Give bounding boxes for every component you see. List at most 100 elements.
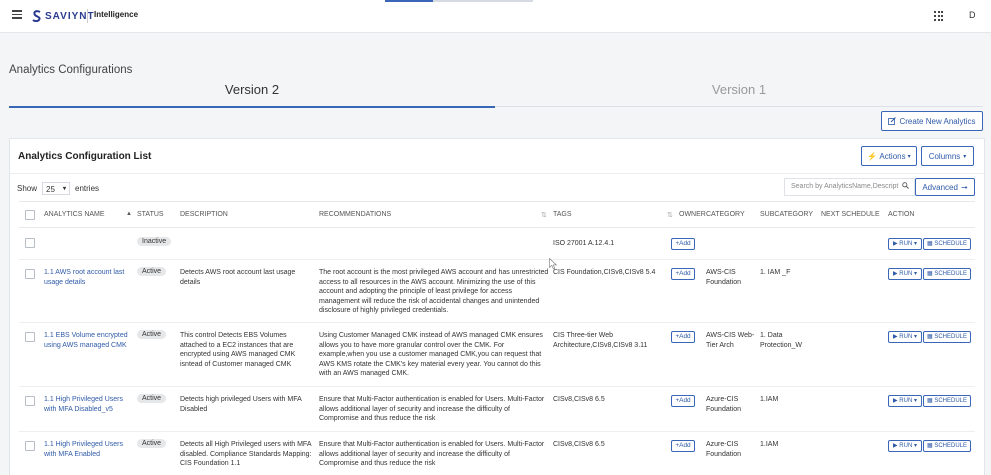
subcategory-cell: 1. Data Protection_W (760, 332, 803, 349)
run-button[interactable]: ▶ RUN ▾ (888, 268, 922, 280)
tags-cell: CIS Foundation,CISv8,CISv8 5.4 (553, 269, 656, 276)
header-recommendations[interactable]: RECOMMENDATIONS (319, 211, 391, 218)
card-divider (10, 173, 984, 174)
table-row: 1.1 AWS root account last usage details … (19, 260, 975, 323)
tags-cell: ISO 27001 A.12.4.1 (553, 240, 615, 247)
header-next-schedule[interactable]: NEXT SCHEDULE (821, 211, 880, 218)
description-cell: Detects all High Privileged users with M… (180, 441, 312, 467)
header-analytics-name[interactable]: ANALYTICS NAME (44, 211, 105, 218)
run-button[interactable]: ▶ RUN ▾ (888, 331, 922, 343)
create-new-analytics-button[interactable]: Create New Analytics (881, 111, 983, 131)
sort-icon[interactable]: ⇅ (667, 211, 673, 219)
chevron-down-icon: ▾ (907, 153, 911, 160)
schedule-button[interactable]: ▦ SCHEDULE (923, 331, 971, 343)
top-bar: SAVIYNT Intelligence D (0, 0, 991, 33)
header-action[interactable]: ACTION (888, 211, 914, 218)
description-cell: This control Detects EBS Volumes attache… (180, 332, 296, 368)
add-owner-button[interactable]: +Add (671, 440, 695, 452)
tab-version-1[interactable]: Version 1 (495, 78, 983, 107)
row-checkbox[interactable] (25, 441, 35, 451)
run-label: RUN (899, 443, 913, 449)
category-cell: Azure-CIS Foundation (706, 396, 742, 413)
table-row: Inactive ISO 27001 A.12.4.1 +Add ▶ RUN ▾… (19, 227, 975, 260)
schedule-label: SCHEDULE (934, 398, 968, 404)
subcategory-cell: 1.IAM (760, 441, 779, 448)
header-description[interactable]: DESCRIPTION (180, 211, 228, 218)
schedule-button[interactable]: ▦ SCHEDULE (923, 440, 971, 452)
run-button[interactable]: ▶ RUN ▾ (888, 238, 922, 250)
mouse-cursor-icon (549, 258, 557, 270)
actions-dropdown-button[interactable]: ⚡ Actions ▾ (861, 146, 917, 166)
page-length-control: Show 25 ▾ entries (17, 182, 99, 195)
version-tabs: Version 2 Version 1 (9, 78, 983, 108)
tab-version-2[interactable]: Version 2 (9, 78, 495, 108)
header-tags[interactable]: TAGS (553, 211, 572, 218)
category-cell: AWS-CIS Foundation (706, 269, 742, 286)
schedule-label: SCHEDULE (934, 271, 968, 277)
tags-cell: CIS Three-tier Web Architecture,CISv8,CI… (553, 332, 648, 349)
schedule-button[interactable]: ▦ SCHEDULE (923, 238, 971, 250)
logo[interactable]: SAVIYNT (32, 9, 95, 23)
category-cell: AWS-CIS Web-Tier Arch (706, 332, 755, 349)
advanced-search-button[interactable]: Advanced ➞ (915, 178, 975, 196)
search-icon[interactable] (902, 182, 909, 189)
edit-icon (888, 117, 897, 125)
table-row: 1.1 EBS Volume encrypted using AWS manag… (19, 323, 975, 387)
search-placeholder: Search by AnalyticsName,Descript (791, 183, 899, 190)
search-input[interactable]: Search by AnalyticsName,Descript (784, 178, 915, 196)
tags-cell: CISv8,CISv8 6.5 (553, 441, 605, 448)
sort-ascending-icon[interactable]: ▲ (126, 211, 132, 217)
schedule-label: SCHEDULE (934, 241, 968, 247)
status-badge: Active (137, 439, 167, 448)
schedule-button[interactable]: ▦ SCHEDULE (923, 395, 971, 407)
analytics-name-link[interactable]: 1.1 High Privileged Users with MFA Enabl… (44, 440, 132, 459)
columns-dropdown-button[interactable]: Columns ▾ (921, 146, 974, 166)
analytics-name-link[interactable]: 1.1 AWS root account last usage details (44, 268, 129, 287)
recommendations-cell: Ensure that Multi-Factor authentication … (319, 441, 545, 467)
apps-grid-icon[interactable] (934, 11, 944, 21)
header-owner[interactable]: OWNER (679, 211, 706, 218)
loading-bar (385, 0, 433, 2)
add-owner-button[interactable]: +Add (671, 331, 695, 343)
row-checkbox[interactable] (25, 396, 35, 406)
run-button[interactable]: ▶ RUN ▾ (888, 395, 922, 407)
analytics-name-link[interactable]: 1.1 High Privileged Users with MFA Disab… (44, 395, 132, 414)
analytics-name-link[interactable]: 1.1 EBS Volume encrypted using AWS manag… (44, 331, 132, 350)
user-avatar[interactable]: D (969, 10, 976, 20)
add-owner-button[interactable]: +Add (671, 395, 695, 407)
recommendations-cell: Using Customer Managed CMK instead of AW… (319, 332, 543, 377)
divider (87, 9, 88, 23)
header-category[interactable]: CATEGORY (706, 211, 745, 218)
entries-label: entries (75, 184, 100, 193)
chevron-down-icon: ▾ (63, 186, 67, 192)
columns-label: Columns (928, 151, 961, 161)
table-row: 1.1 High Privileged Users with MFA Disab… (19, 387, 975, 432)
status-badge: Active (137, 394, 167, 403)
schedule-label: SCHEDULE (934, 334, 968, 340)
header-subcategory[interactable]: SUBCATEGORY (760, 211, 813, 218)
row-checkbox[interactable] (25, 332, 35, 342)
analytics-list-card: Analytics Configuration List ⚡ Actions ▾… (9, 138, 985, 475)
entries-value: 25 (46, 185, 55, 194)
add-owner-button[interactable]: +Add (671, 238, 695, 250)
arrow-right-icon: ➞ (960, 182, 968, 192)
page-title: Analytics Configurations (9, 64, 133, 76)
sort-icon[interactable]: ⇅ (541, 211, 547, 219)
advanced-label: Advanced (922, 182, 958, 192)
hamburger-menu-icon[interactable] (12, 10, 22, 19)
recommendations-cell: The root account is the most privileged … (319, 269, 549, 314)
run-button[interactable]: ▶ RUN ▾ (888, 440, 922, 452)
subcategory-cell: 1. IAM _F (760, 269, 791, 276)
header-status[interactable]: STATUS (137, 211, 164, 218)
entries-select[interactable]: 25 ▾ (42, 182, 71, 195)
bolt-icon: ⚡ (867, 151, 878, 161)
row-checkbox[interactable] (25, 238, 35, 248)
create-new-analytics-label: Create New Analytics (899, 116, 976, 126)
row-checkbox[interactable] (25, 269, 35, 279)
add-owner-button[interactable]: +Add (671, 268, 695, 280)
status-badge: Inactive (137, 237, 172, 246)
run-label: RUN (899, 398, 913, 404)
select-all-checkbox[interactable] (25, 210, 35, 220)
schedule-button[interactable]: ▦ SCHEDULE (923, 268, 971, 280)
run-label: RUN (899, 334, 913, 340)
